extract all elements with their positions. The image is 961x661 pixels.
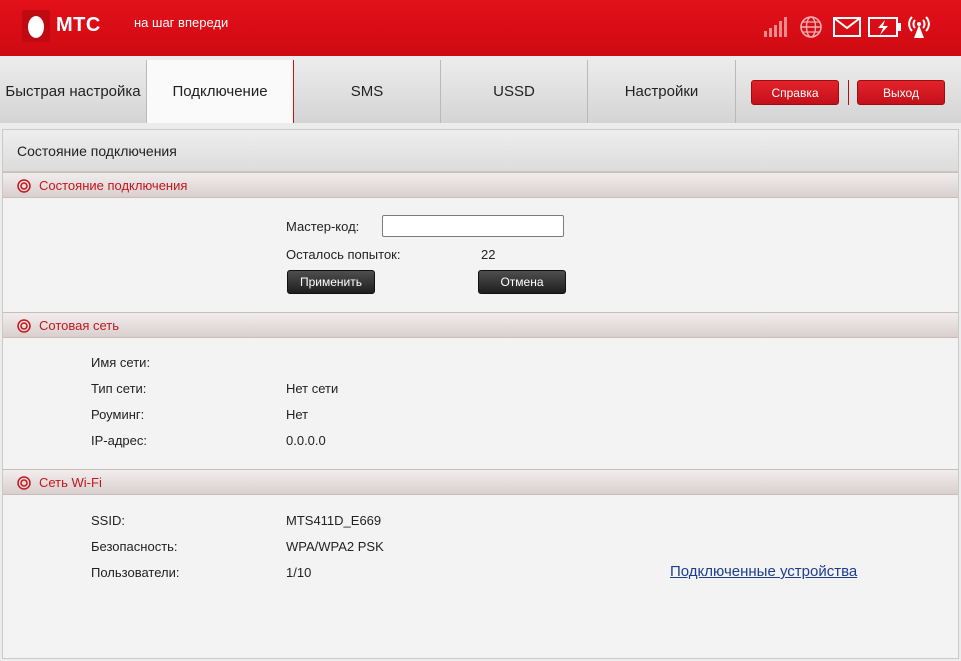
- help-button[interactable]: Справка: [751, 80, 839, 105]
- roaming-value: Нет: [286, 407, 309, 422]
- ip-address-label: IP-адрес:: [91, 433, 147, 448]
- master-code-label: Мастер-код:: [286, 219, 360, 234]
- target-icon: [17, 179, 31, 193]
- tab-label: Подключение: [172, 83, 268, 100]
- tab-settings[interactable]: Настройки: [588, 60, 736, 123]
- status-icons: [763, 13, 943, 41]
- section-title: Сеть Wi-Fi: [39, 475, 102, 490]
- ssid-label: SSID:: [91, 513, 125, 528]
- signal-bars-icon: [764, 17, 787, 37]
- cancel-button[interactable]: Отмена: [478, 270, 566, 294]
- section-title: Состояние подключения: [39, 178, 188, 193]
- envelope-icon[interactable]: [833, 17, 861, 37]
- tab-label: SMS: [350, 83, 384, 100]
- section-title: Сотовая сеть: [39, 318, 120, 333]
- tab-connection[interactable]: Подключение: [147, 60, 294, 123]
- slogan: на шаг впереди: [134, 15, 229, 30]
- header-buttons: Справка Выход: [736, 60, 961, 123]
- apply-button[interactable]: Применить: [287, 270, 375, 294]
- globe-icon: [800, 16, 822, 38]
- network-name-label: Имя сети:: [91, 355, 151, 370]
- main-tabs: Быстрая настройка Подключение SMS USSD Н…: [0, 60, 961, 123]
- wifi-body: SSID: MTS411D_E669 Безопасность: WPA/WPA…: [3, 495, 958, 645]
- logout-button[interactable]: Выход: [857, 80, 945, 105]
- section-header-connection: Состояние подключения: [3, 172, 958, 198]
- users-value: 1/10: [286, 565, 312, 580]
- security-value: WPA/WPA2 PSK: [286, 539, 384, 554]
- tab-label: Быстрая настройка: [5, 83, 141, 100]
- brand-name: МТС: [56, 14, 101, 36]
- users-label: Пользователи:: [91, 565, 180, 580]
- attempts-value: 22: [481, 247, 496, 262]
- top-header: МТС на шаг впереди: [0, 0, 961, 56]
- ssid-value: MTS411D_E669: [286, 513, 382, 528]
- connected-devices-link[interactable]: Подключенные устройства: [670, 563, 857, 580]
- network-type-label: Тип сети:: [91, 381, 147, 396]
- target-icon: [17, 319, 31, 333]
- security-label: Безопасность:: [91, 539, 178, 554]
- tab-quick-setup[interactable]: Быстрая настройка: [0, 60, 147, 123]
- section-header-cellular: Сотовая сеть: [3, 312, 958, 338]
- master-code-input[interactable]: [382, 215, 564, 237]
- ip-address-value: 0.0.0.0: [286, 433, 326, 448]
- button-divider: [848, 80, 849, 105]
- roaming-label: Роуминг:: [91, 407, 145, 422]
- tab-sms[interactable]: SMS: [294, 60, 441, 123]
- connection-body: Мастер-код: Осталось попыток: 22 Примени…: [3, 198, 958, 312]
- section-header-wifi: Сеть Wi-Fi: [3, 469, 958, 495]
- tab-label: Настройки: [624, 83, 699, 100]
- page-title: Состояние подключения: [3, 130, 958, 172]
- target-icon: [17, 476, 31, 490]
- tab-ussd[interactable]: USSD: [441, 60, 588, 123]
- content-panel: Состояние подключения Состояние подключе…: [2, 129, 959, 659]
- tab-label: USSD: [493, 83, 535, 100]
- battery-charging-icon: [868, 17, 901, 37]
- cellular-body: Имя сети: Тип сети: Нет сети Роуминг: Не…: [3, 338, 958, 469]
- wifi-broadcast-icon: [908, 16, 930, 38]
- network-type-value: Нет сети: [286, 381, 339, 396]
- mts-logo-icon: [22, 10, 50, 42]
- attempts-label: Осталось попыток:: [286, 247, 401, 262]
